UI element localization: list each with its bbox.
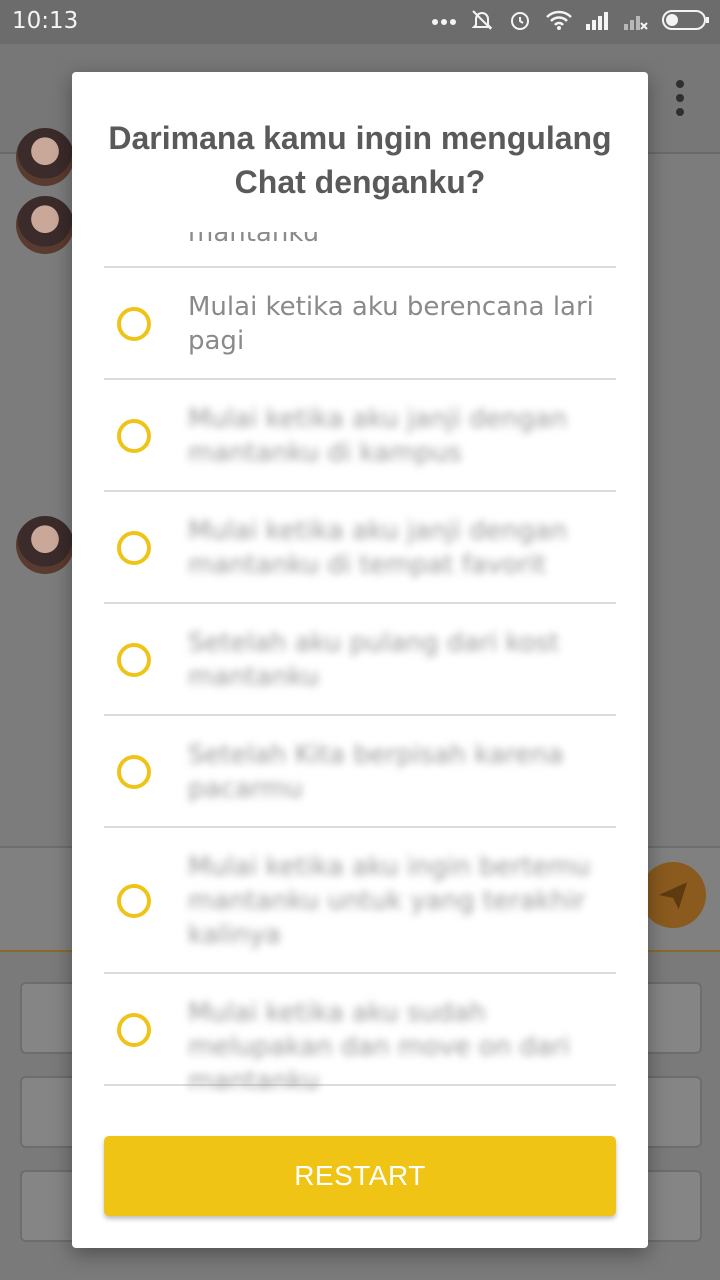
signal-no-service-icon	[624, 10, 648, 35]
options-scroll-area[interactable]: mantanku Mulai ketika aku berencana lari…	[104, 232, 616, 1160]
option-row[interactable]: Setelah aku pulang dari kost mantanku	[104, 604, 616, 716]
option-label: Mulai ketika aku janji dengan mantanku d…	[188, 404, 568, 468]
restart-button[interactable]: RESTART	[104, 1136, 616, 1216]
radio-button[interactable]	[117, 531, 151, 565]
option-row[interactable]: mantanku	[104, 232, 616, 268]
screen: 10:13 Darimana kamu ingin mengulang Chat…	[0, 0, 720, 1280]
status-time: 10:13	[12, 8, 79, 34]
dialog-title: Darimana kamu ingin mengulang Chat denga…	[108, 120, 612, 200]
radio-button[interactable]	[117, 307, 151, 341]
option-row[interactable]: Mulai ketika aku sudah melupakan dan mov…	[104, 974, 616, 1096]
option-label: Setelah Kita berpisah karena pacarmu	[188, 740, 564, 804]
overflow-menu-icon[interactable]	[676, 80, 684, 116]
alarm-icon	[508, 8, 532, 37]
radio-button[interactable]	[117, 419, 151, 453]
wifi-icon	[546, 10, 572, 35]
status-icons	[432, 8, 710, 36]
avatar	[16, 516, 74, 574]
status-bar: 10:13	[0, 0, 720, 44]
option-label: Mulai ketika aku ingin bertemu mantanku …	[188, 852, 591, 950]
radio-button[interactable]	[117, 643, 151, 677]
signal-icon	[586, 10, 610, 35]
option-row[interactable]: Mulai ketika aku berencana lari pagi	[104, 268, 616, 380]
option-row[interactable]: Mulai ketika aku janji dengan mantanku d…	[104, 380, 616, 492]
more-dots-icon	[432, 13, 456, 31]
send-icon	[658, 882, 688, 910]
battery-icon	[662, 9, 710, 36]
option-label: Setelah aku pulang dari kost mantanku	[188, 628, 560, 692]
option-label: Mulai ketika aku berencana lari pagi	[188, 292, 594, 356]
send-button[interactable]	[640, 862, 706, 928]
radio-button[interactable]	[117, 755, 151, 789]
option-label: Mulai ketika aku janji dengan mantanku d…	[188, 516, 568, 580]
option-row[interactable]: Mulai ketika aku ingin bertemu mantanku …	[104, 828, 616, 974]
avatar	[16, 128, 74, 186]
avatar	[16, 196, 74, 254]
option-row[interactable]: Mulai ketika aku janji dengan mantanku d…	[104, 492, 616, 604]
radio-button[interactable]	[117, 884, 151, 918]
notifications-off-icon	[470, 8, 494, 37]
option-row[interactable]: Setelah Kita berpisah karena pacarmu	[104, 716, 616, 828]
options-list: mantanku Mulai ketika aku berencana lari…	[104, 232, 616, 1096]
option-label: Mulai ketika aku sudah melupakan dan mov…	[188, 998, 570, 1096]
restart-dialog: Darimana kamu ingin mengulang Chat denga…	[72, 72, 648, 1248]
radio-button[interactable]	[117, 1013, 151, 1047]
option-label: mantanku	[188, 232, 320, 248]
